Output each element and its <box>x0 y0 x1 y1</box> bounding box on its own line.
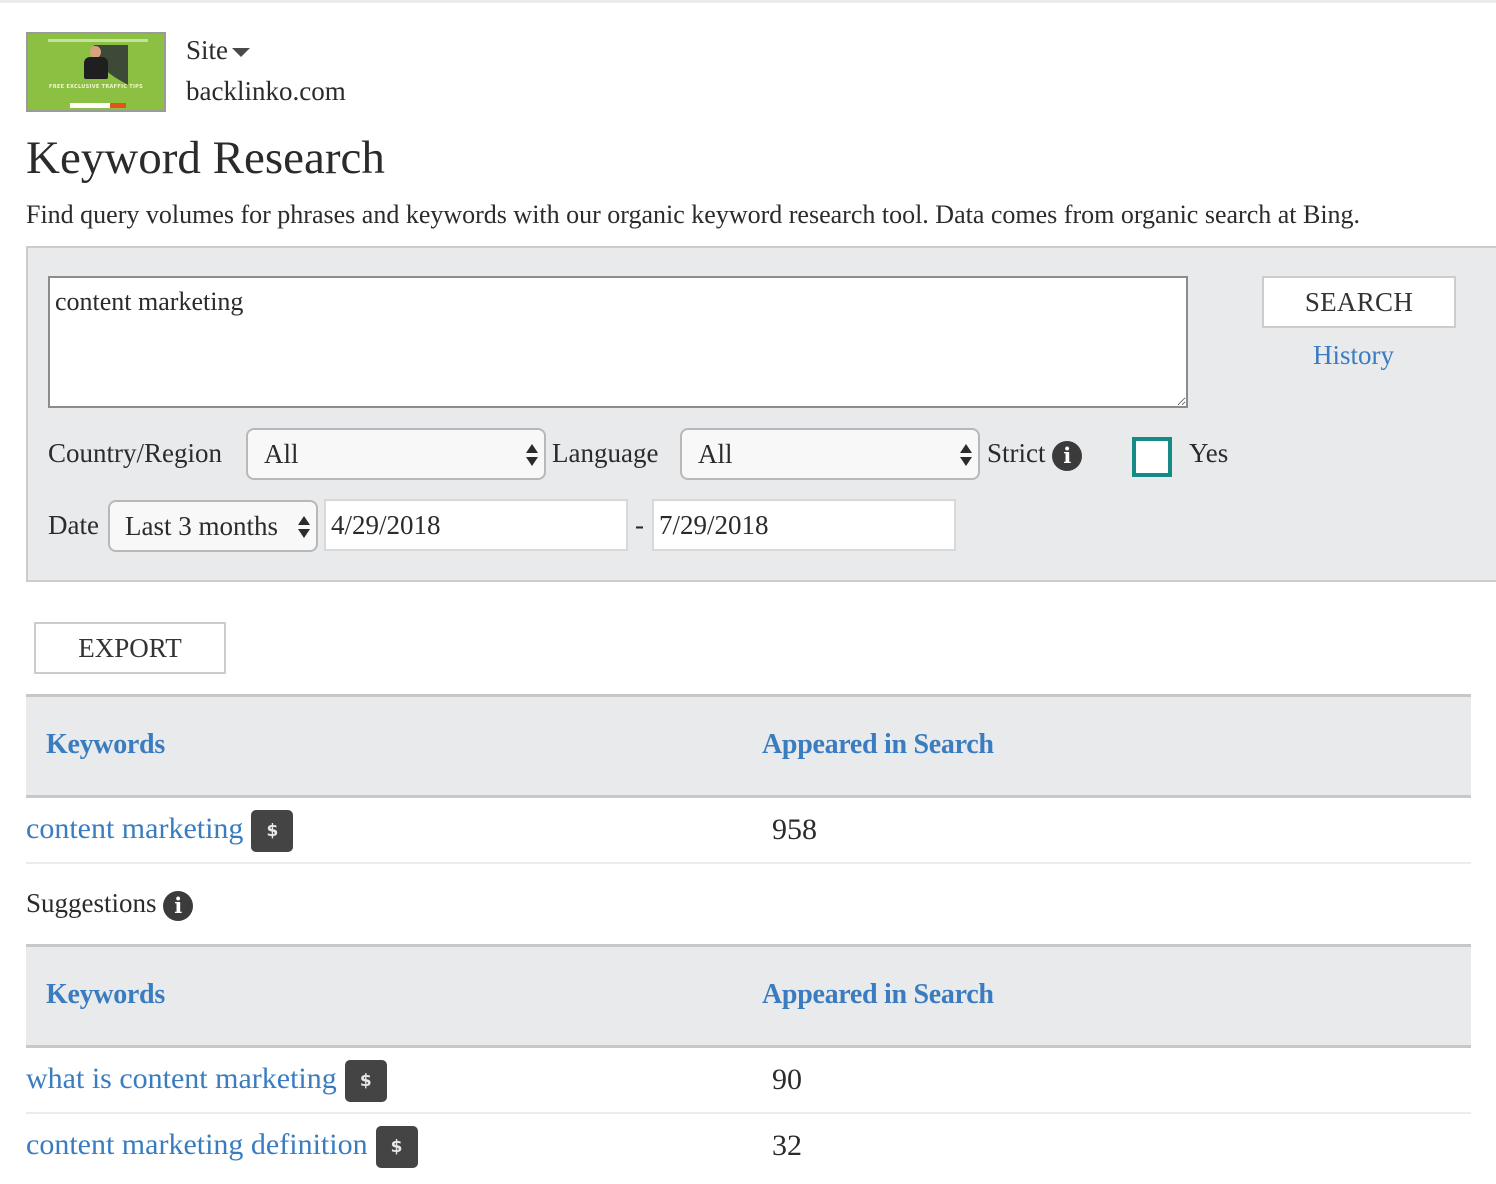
dollar-icon[interactable]: $ <box>251 810 294 852</box>
keyword-link[interactable]: content marketing $ <box>26 810 294 852</box>
select-arrows-icon <box>526 444 538 468</box>
search-button[interactable]: SEARCH <box>1262 276 1456 328</box>
info-icon[interactable]: i <box>1052 440 1083 471</box>
top-border <box>0 0 1496 3</box>
dollar-icon[interactable]: $ <box>375 1126 418 1168</box>
language-label: Language <box>552 438 659 468</box>
appeared-count: 32 <box>772 1129 802 1162</box>
keyword-link[interactable]: what is content marketing $ <box>26 1060 387 1102</box>
site-domain: backlinko.com <box>186 76 346 106</box>
thumbnail-input <box>70 103 110 108</box>
site-label: Site <box>186 35 229 65</box>
table-row: what is content marketing $ 90 <box>26 1048 1471 1114</box>
column-header-keywords[interactable]: Keywords <box>46 728 165 762</box>
column-header-keywords[interactable]: Keywords <box>46 978 165 1012</box>
country-region-label: Country/Region <box>48 438 222 468</box>
appeared-count: 958 <box>772 813 817 846</box>
strict-label: Strict <box>987 438 1046 468</box>
export-button[interactable]: EXPORT <box>34 622 226 674</box>
language-select[interactable]: All <box>680 428 980 480</box>
column-header-appeared-in-search[interactable]: Appeared in Search <box>762 978 994 1012</box>
country-region-select[interactable]: All <box>246 428 546 480</box>
select-arrows-icon <box>960 444 972 468</box>
page-title: Keyword Research <box>26 132 385 184</box>
select-arrows-icon <box>298 516 310 540</box>
suggestions-label: Suggestions <box>26 888 157 918</box>
thumbnail-headline: FREE EXCLUSIVE TRAFFIC TIPS <box>48 84 144 90</box>
date-to-input[interactable] <box>652 499 956 551</box>
date-range-select[interactable]: Last 3 months <box>108 500 318 552</box>
thumbnail-button <box>110 103 126 108</box>
dollar-icon[interactable]: $ <box>344 1060 387 1102</box>
strict-checkbox[interactable] <box>1132 437 1172 477</box>
strict-label-group: Strict i <box>987 436 1083 471</box>
info-icon[interactable]: i <box>163 890 194 921</box>
keyword-query-input[interactable]: content marketing <box>48 276 1188 408</box>
date-separator: - <box>635 510 644 540</box>
table-row: content marketing $ 958 <box>26 798 1471 864</box>
date-from-input[interactable] <box>324 499 628 551</box>
appeared-count: 90 <box>772 1063 802 1096</box>
page-description: Find query volumes for phrases and keywo… <box>26 200 1361 229</box>
country-region-value: All <box>264 439 299 469</box>
thumbnail-person-image <box>84 46 108 80</box>
column-header-appeared-in-search[interactable]: Appeared in Search <box>762 728 994 762</box>
date-label: Date <box>48 510 99 540</box>
strict-yes-label: Yes <box>1189 438 1229 468</box>
suggestions-table-header: Keywords Appeared in Search <box>26 944 1471 1048</box>
keyword-text: content marketing <box>26 811 244 845</box>
thumbnail-nav <box>48 39 148 42</box>
site-dropdown[interactable]: Site <box>186 34 251 66</box>
table-row: content marketing definition $ 32 <box>26 1114 1471 1184</box>
results-table-header: Keywords Appeared in Search <box>26 694 1471 798</box>
keyword-link[interactable]: content marketing definition $ <box>26 1126 418 1168</box>
language-value: All <box>698 439 733 469</box>
suggestions-heading: Suggestions i <box>26 886 194 921</box>
site-thumbnail: FREE EXCLUSIVE TRAFFIC TIPS <box>26 32 166 112</box>
date-range-value: Last 3 months <box>125 511 278 541</box>
keyword-text: what is content marketing <box>26 1061 337 1095</box>
caret-down-icon <box>232 48 251 58</box>
history-link[interactable]: History <box>1313 338 1394 372</box>
keyword-text: content marketing definition <box>26 1127 368 1161</box>
